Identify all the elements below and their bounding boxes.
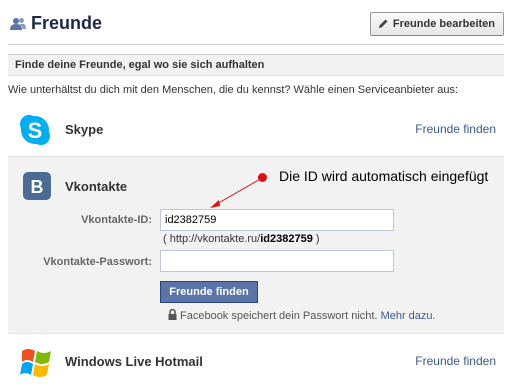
annotation-text: Die ID wird automatisch eingefügt: [279, 168, 489, 184]
annotation-dot: [258, 173, 267, 182]
annotation-arrow: [210, 177, 263, 208]
